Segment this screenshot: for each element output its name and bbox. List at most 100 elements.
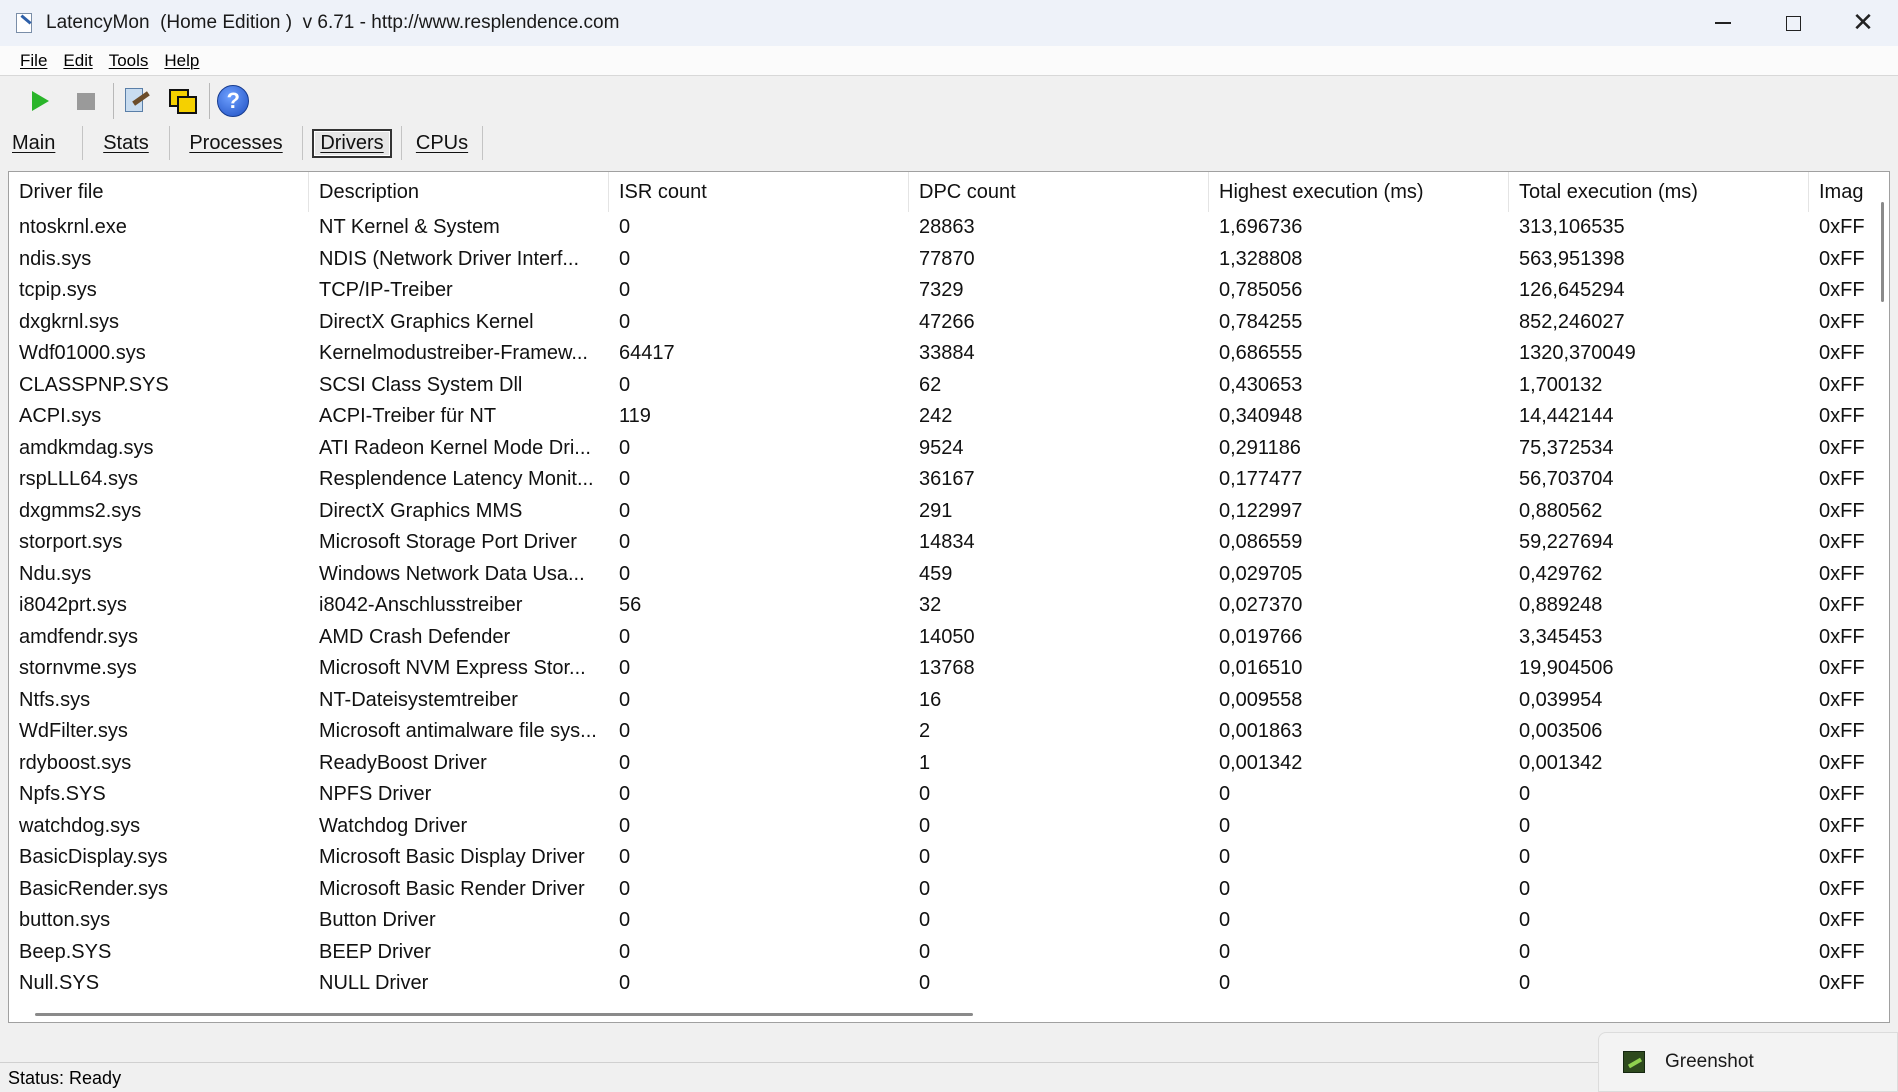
cell-dpc-count: 0 bbox=[919, 877, 931, 900]
cell-highest-execution: 0,001342 bbox=[1219, 751, 1303, 774]
cell-total-execution: 0,001342 bbox=[1519, 751, 1603, 774]
minimize-button[interactable] bbox=[1688, 0, 1758, 46]
cell-isr-count: 0 bbox=[619, 279, 631, 301]
horizontal-scroll-thumb[interactable] bbox=[35, 1013, 973, 1016]
cell-driver-file: amdkmdag.sys bbox=[19, 436, 154, 459]
vertical-scroll-thumb[interactable] bbox=[1881, 202, 1884, 302]
table-row[interactable]: i8042prt.sys i8042-Anschlusstreiber 56 32 0,… bbox=[9, 590, 1875, 622]
cell-isr-count: 0 bbox=[619, 625, 631, 648]
cell-isr-count: 0 bbox=[619, 247, 631, 270]
help-button[interactable]: ? bbox=[214, 81, 252, 121]
table-row[interactable]: stornvme.sys Microsoft NVM Express Stor..… bbox=[9, 653, 1875, 685]
column-header-total-execution[interactable]: Total execution (ms) bbox=[1509, 172, 1809, 212]
help-icon: ? bbox=[217, 85, 250, 117]
table-row[interactable]: storport.sys Microsoft Storage Port Drive… bbox=[9, 527, 1875, 559]
cell-total-execution: 0,889248 bbox=[1519, 594, 1603, 616]
table-row[interactable]: Null.SYS NULL Driver 0 0 0 0 0xFF bbox=[9, 968, 1875, 1000]
tab-processes[interactable]: Processes bbox=[170, 125, 302, 161]
cell-total-execution: 0 bbox=[1519, 846, 1531, 868]
tab-drivers[interactable]: Drivers bbox=[303, 125, 401, 161]
vertical-scrollbar[interactable] bbox=[1875, 172, 1889, 1022]
table-row[interactable]: rdyboost.sys ReadyBoost Driver 0 1 0,001342 0… bbox=[9, 748, 1875, 780]
cell-driver-file: Npfs.SYS bbox=[19, 783, 106, 805]
cell-total-execution: 0,429762 bbox=[1519, 562, 1603, 585]
stop-button[interactable] bbox=[68, 81, 106, 121]
table-row[interactable]: Beep.SYS BEEP Driver 0 0 0 0 0xFF bbox=[9, 937, 1875, 969]
table-row[interactable]: BasicRender.sys Microsoft Basic Render Dr… bbox=[9, 874, 1875, 906]
cell-isr-count: 0 bbox=[619, 310, 631, 333]
cell-total-execution: 0 bbox=[1519, 877, 1531, 900]
table-body: ntoskrnl.exe NT Kernel & System 0 28863 1,69… bbox=[9, 212, 1875, 1022]
cell-description: Windows Network Data Usa... bbox=[319, 562, 585, 585]
drivers-table[interactable]: Driver file Description ISR count DPC co… bbox=[8, 171, 1890, 1023]
tab-processes-label: Processes bbox=[189, 131, 283, 154]
table-row[interactable]: ACPI.sys ACPI-Treiber für NT 119 242 0,34094… bbox=[9, 401, 1875, 433]
cell-isr-count: 0 bbox=[619, 688, 631, 711]
table-row[interactable]: dxgmms2.sys DirectX Graphics MMS 0 291 0,122… bbox=[9, 496, 1875, 528]
column-header-isr-count[interactable]: ISR count bbox=[609, 172, 909, 212]
tab-cpus[interactable]: CPUs bbox=[402, 125, 482, 161]
column-header-highest-execution[interactable]: Highest execution (ms) bbox=[1209, 172, 1509, 212]
table-row[interactable]: ntoskrnl.exe NT Kernel & System 0 28863 1,69… bbox=[9, 212, 1875, 244]
tab-main[interactable]: Main bbox=[0, 125, 82, 161]
table-row[interactable]: rspLLL64.sys Resplendence Latency Monit..… bbox=[9, 464, 1875, 496]
menu-edit[interactable]: Edit bbox=[63, 51, 92, 71]
cell-description: ATI Radeon Kernel Mode Dri... bbox=[319, 436, 591, 459]
windows-button[interactable] bbox=[164, 81, 202, 121]
cell-description: ACPI-Treiber für NT bbox=[319, 405, 497, 427]
table-row[interactable]: Ndu.sys Windows Network Data Usa... 0 459 0,… bbox=[9, 559, 1875, 591]
column-header-driver-file[interactable]: Driver file bbox=[9, 172, 309, 212]
status-text: Status: Ready bbox=[8, 1068, 122, 1088]
cell-isr-count: 0 bbox=[619, 877, 631, 900]
minimize-icon bbox=[1715, 22, 1731, 24]
column-header-description[interactable]: Description bbox=[309, 172, 609, 212]
cell-dpc-count: 16 bbox=[919, 688, 942, 711]
drivers-button[interactable] bbox=[118, 81, 156, 121]
menu-help[interactable]: Help bbox=[164, 51, 199, 71]
cell-highest-execution: 0 bbox=[1219, 940, 1231, 963]
cell-driver-file: BasicRender.sys bbox=[19, 877, 168, 900]
table-row[interactable]: WdFilter.sys Microsoft antimalware file s… bbox=[9, 716, 1875, 748]
table-row[interactable]: ndis.sys NDIS (Network Driver Interf... 0 7… bbox=[9, 244, 1875, 276]
cell-total-execution: 0 bbox=[1519, 972, 1531, 994]
menu-tools[interactable]: Tools bbox=[109, 51, 149, 71]
cell-total-execution: 0 bbox=[1519, 814, 1531, 837]
start-button[interactable] bbox=[22, 81, 60, 121]
menu-file[interactable]: File bbox=[20, 51, 47, 71]
cell-description: Microsoft Basic Display Driver bbox=[319, 846, 585, 868]
cell-description: BEEP Driver bbox=[319, 940, 431, 963]
greenshot-notification[interactable]: Greenshot bbox=[1598, 1032, 1898, 1092]
table-row[interactable]: amdfendr.sys AMD Crash Defender 0 14050 0,01… bbox=[9, 622, 1875, 654]
table-row[interactable]: watchdog.sys Watchdog Driver 0 0 0 0 0xFF bbox=[9, 811, 1875, 843]
tab-stats[interactable]: Stats bbox=[83, 125, 169, 161]
table-row[interactable]: CLASSPNP.SYS SCSI Class System Dll 0 62 0,43… bbox=[9, 370, 1875, 402]
horizontal-scrollbar[interactable] bbox=[9, 1006, 1875, 1022]
table-row[interactable]: Ntfs.sys NT-Dateisystemtreiber 0 16 0,009558… bbox=[9, 685, 1875, 717]
cell-dpc-count: 0 bbox=[919, 783, 931, 805]
table-row[interactable]: button.sys Button Driver 0 0 0 0 0xFF bbox=[9, 905, 1875, 937]
table-row[interactable]: Wdf01000.sys Kernelmodustreiber-Framew...… bbox=[9, 338, 1875, 370]
toolbar: ? bbox=[0, 78, 260, 124]
latencymon-app-icon[interactable] bbox=[14, 12, 36, 34]
cell-isr-count: 0 bbox=[619, 783, 631, 805]
cell-driver-file: WdFilter.sys bbox=[19, 720, 128, 742]
cell-isr-count: 56 bbox=[619, 594, 642, 616]
table-row[interactable]: amdkmdag.sys ATI Radeon Kernel Mode Dri..… bbox=[9, 433, 1875, 465]
cell-description: ReadyBoost Driver bbox=[319, 751, 487, 774]
maximize-button[interactable] bbox=[1758, 0, 1828, 46]
table-row[interactable]: dxgkrnl.sys DirectX Graphics Kernel 0 47266… bbox=[9, 307, 1875, 339]
cell-description: Watchdog Driver bbox=[319, 814, 468, 837]
cell-dpc-count: 2 bbox=[919, 720, 931, 742]
cell-driver-file: stornvme.sys bbox=[19, 657, 137, 679]
cell-driver-file: tcpip.sys bbox=[19, 279, 97, 301]
table-row[interactable]: Npfs.SYS NPFS Driver 0 0 0 0 0xFF bbox=[9, 779, 1875, 811]
cell-description: NT Kernel & System bbox=[319, 216, 500, 238]
stop-icon bbox=[77, 92, 96, 110]
table-row[interactable]: tcpip.sys TCP/IP-Treiber 0 7329 0,785056 126,… bbox=[9, 275, 1875, 307]
cell-driver-file: amdfendr.sys bbox=[19, 625, 138, 648]
cell-total-execution: 0 bbox=[1519, 783, 1531, 805]
column-header-dpc-count[interactable]: DPC count bbox=[909, 172, 1209, 212]
cell-total-execution: 0,880562 bbox=[1519, 499, 1603, 522]
table-row[interactable]: BasicDisplay.sys Microsoft Basic Display … bbox=[9, 842, 1875, 874]
close-button[interactable]: ✕ bbox=[1828, 0, 1898, 46]
